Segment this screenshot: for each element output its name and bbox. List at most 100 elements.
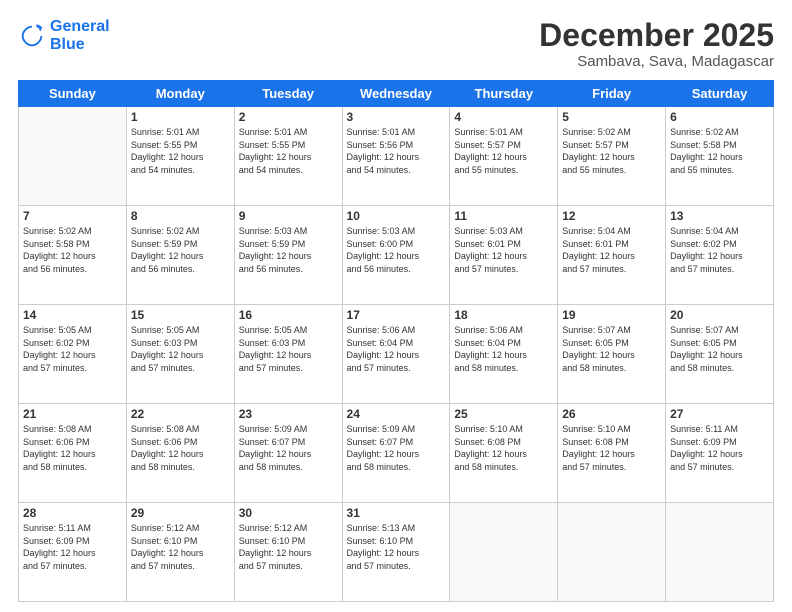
logo: General Blue [18,18,110,53]
day-info: Sunrise: 5:11 AM Sunset: 6:09 PM Dayligh… [670,423,769,473]
table-row: 4Sunrise: 5:01 AM Sunset: 5:57 PM Daylig… [450,107,558,206]
day-info: Sunrise: 5:02 AM Sunset: 5:58 PM Dayligh… [23,225,122,275]
table-row: 2Sunrise: 5:01 AM Sunset: 5:55 PM Daylig… [234,107,342,206]
calendar-table: Sunday Monday Tuesday Wednesday Thursday… [18,80,774,602]
col-thursday: Thursday [450,81,558,107]
logo-text: General Blue [50,18,110,53]
col-sunday: Sunday [19,81,127,107]
day-info: Sunrise: 5:10 AM Sunset: 6:08 PM Dayligh… [562,423,661,473]
table-row: 19 Sunrise: 5:07 AM Sunset: 6:05 PM Dayli… [558,305,666,404]
day-info: Sunrise: 5:13 AM Sunset: 6:10 PM Dayligh… [347,522,446,572]
table-row: 22 Sunrise: 5:08 AM Sunset: 6:06 PM Dayli… [126,404,234,503]
title-block: December 2025 Sambava, Sava, Madagascar [539,18,774,70]
day-info: Sunrise: 5:09 AM Sunset: 6:07 PM Dayligh… [347,423,446,473]
day-number: 14 [23,308,122,322]
table-row: 16Sunrise: 5:05 AM Sunset: 6:03 PM Dayli… [234,305,342,404]
table-row: 20 Sunrise: 5:07 AM Sunset: 6:05 PM Dayli… [666,305,774,404]
table-row: 17 Sunrise: 5:06 AM Sunset: 6:04 PM Dayli… [342,305,450,404]
day-number: 28 [23,506,122,520]
calendar-week-row: 21Sunrise: 5:08 AM Sunset: 6:06 PM Dayli… [19,404,774,503]
day-info: Sunrise: 5:07 AM Sunset: 6:05 PM Dayligh… [562,324,661,374]
calendar-week-row: 28 Sunrise: 5:11 AM Sunset: 6:09 PM Dayli… [19,503,774,602]
day-number: 18 [454,308,553,322]
table-row: 5Sunrise: 5:02 AM Sunset: 5:57 PM Daylig… [558,107,666,206]
table-row: 21Sunrise: 5:08 AM Sunset: 6:06 PM Dayli… [19,404,127,503]
table-row: 24 Sunrise: 5:09 AM Sunset: 6:07 PM Dayli… [342,404,450,503]
day-number: 3 [347,110,446,124]
day-number: 23 [239,407,338,421]
day-number: 31 [347,506,446,520]
day-number: 6 [670,110,769,124]
table-row: 3 Sunrise: 5:01 AM Sunset: 5:56 PM Daylig… [342,107,450,206]
col-friday: Friday [558,81,666,107]
table-row: 10Sunrise: 5:03 AM Sunset: 6:00 PM Dayli… [342,206,450,305]
day-info: Sunrise: 5:02 AM Sunset: 5:59 PM Dayligh… [131,225,230,275]
day-number: 24 [347,407,446,421]
day-number: 20 [670,308,769,322]
day-info: Sunrise: 5:05 AM Sunset: 6:02 PM Dayligh… [23,324,122,374]
table-row: 26 Sunrise: 5:10 AM Sunset: 6:08 PM Dayli… [558,404,666,503]
day-number: 19 [562,308,661,322]
day-number: 9 [239,209,338,223]
col-monday: Monday [126,81,234,107]
day-info: Sunrise: 5:12 AM Sunset: 6:10 PM Dayligh… [131,522,230,572]
day-info: Sunrise: 5:02 AM Sunset: 5:58 PM Dayligh… [670,126,769,176]
day-number: 5 [562,110,661,124]
table-row: 18 Sunrise: 5:06 AM Sunset: 6:04 PM Dayli… [450,305,558,404]
day-info: Sunrise: 5:05 AM Sunset: 6:03 PM Dayligh… [131,324,230,374]
table-row [19,107,127,206]
table-row: 15 Sunrise: 5:05 AM Sunset: 6:03 PM Dayli… [126,305,234,404]
day-number: 29 [131,506,230,520]
col-tuesday: Tuesday [234,81,342,107]
day-info: Sunrise: 5:04 AM Sunset: 6:02 PM Dayligh… [670,225,769,275]
col-wednesday: Wednesday [342,81,450,107]
day-number: 25 [454,407,553,421]
month-title: December 2025 [539,18,774,53]
day-info: Sunrise: 5:05 AM Sunset: 6:03 PM Dayligh… [239,324,338,374]
calendar-header-row: Sunday Monday Tuesday Wednesday Thursday… [19,81,774,107]
day-number: 8 [131,209,230,223]
page: General Blue December 2025 Sambava, Sava… [0,0,792,612]
day-info: Sunrise: 5:08 AM Sunset: 6:06 PM Dayligh… [131,423,230,473]
table-row: 14 Sunrise: 5:05 AM Sunset: 6:02 PM Dayli… [19,305,127,404]
table-row: 7 Sunrise: 5:02 AM Sunset: 5:58 PM Daylig… [19,206,127,305]
day-info: Sunrise: 5:01 AM Sunset: 5:55 PM Dayligh… [131,126,230,176]
day-number: 17 [347,308,446,322]
table-row: 12Sunrise: 5:04 AM Sunset: 6:01 PM Dayli… [558,206,666,305]
day-number: 22 [131,407,230,421]
logo-line2: Blue [50,36,110,54]
day-info: Sunrise: 5:03 AM Sunset: 5:59 PM Dayligh… [239,225,338,275]
col-saturday: Saturday [666,81,774,107]
logo-icon [18,22,46,50]
day-number: 15 [131,308,230,322]
header: General Blue December 2025 Sambava, Sava… [18,18,774,70]
day-number: 30 [239,506,338,520]
table-row: 31 Sunrise: 5:13 AM Sunset: 6:10 PM Dayli… [342,503,450,602]
day-info: Sunrise: 5:04 AM Sunset: 6:01 PM Dayligh… [562,225,661,275]
day-info: Sunrise: 5:11 AM Sunset: 6:09 PM Dayligh… [23,522,122,572]
day-info: Sunrise: 5:01 AM Sunset: 5:56 PM Dayligh… [347,126,446,176]
table-row: 30 Sunrise: 5:12 AM Sunset: 6:10 PM Dayli… [234,503,342,602]
day-number: 26 [562,407,661,421]
table-row: 27Sunrise: 5:11 AM Sunset: 6:09 PM Dayli… [666,404,774,503]
day-info: Sunrise: 5:10 AM Sunset: 6:08 PM Dayligh… [454,423,553,473]
day-info: Sunrise: 5:07 AM Sunset: 6:05 PM Dayligh… [670,324,769,374]
day-number: 13 [670,209,769,223]
table-row: 11 Sunrise: 5:03 AM Sunset: 6:01 PM Dayli… [450,206,558,305]
day-info: Sunrise: 5:08 AM Sunset: 6:06 PM Dayligh… [23,423,122,473]
table-row: 6 Sunrise: 5:02 AM Sunset: 5:58 PM Daylig… [666,107,774,206]
day-info: Sunrise: 5:06 AM Sunset: 6:04 PM Dayligh… [454,324,553,374]
table-row [450,503,558,602]
day-number: 11 [454,209,553,223]
day-info: Sunrise: 5:09 AM Sunset: 6:07 PM Dayligh… [239,423,338,473]
day-number: 4 [454,110,553,124]
day-number: 10 [347,209,446,223]
day-number: 7 [23,209,122,223]
table-row: 23 Sunrise: 5:09 AM Sunset: 6:07 PM Dayli… [234,404,342,503]
table-row: 9 Sunrise: 5:03 AM Sunset: 5:59 PM Daylig… [234,206,342,305]
table-row [666,503,774,602]
day-info: Sunrise: 5:03 AM Sunset: 6:01 PM Dayligh… [454,225,553,275]
day-info: Sunrise: 5:06 AM Sunset: 6:04 PM Dayligh… [347,324,446,374]
table-row: 28 Sunrise: 5:11 AM Sunset: 6:09 PM Dayli… [19,503,127,602]
day-info: Sunrise: 5:12 AM Sunset: 6:10 PM Dayligh… [239,522,338,572]
